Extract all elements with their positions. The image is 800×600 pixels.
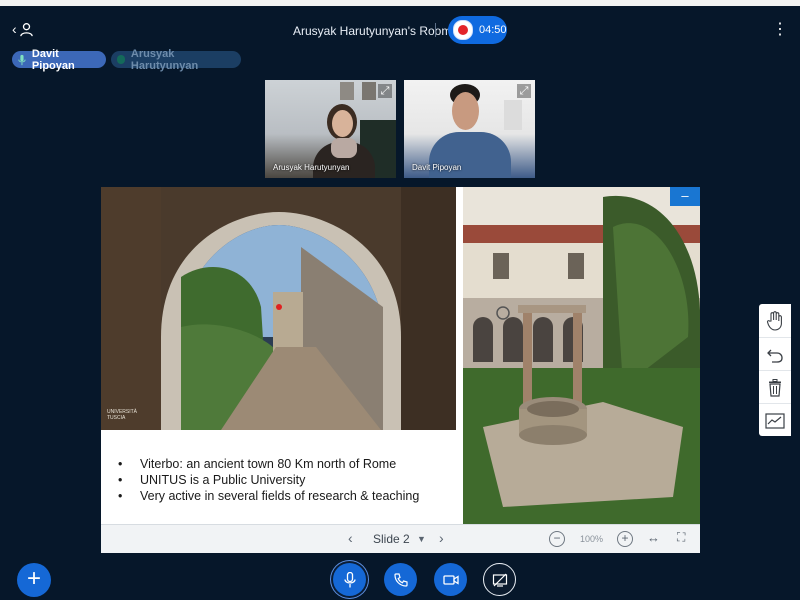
chevron-down-icon[interactable]: ▼	[417, 534, 426, 544]
minimize-presentation-button[interactable]: –	[670, 187, 700, 206]
talker-name: Davit Pipoyan	[31, 47, 75, 72]
clear-annotations-button[interactable]	[759, 370, 791, 404]
presentation-toolbar: ‹ Slide 2 ▼ › − 100% + ↔ ⛶	[101, 524, 700, 553]
logo-text: UNIVERSITÀ TUSCIA	[107, 409, 138, 421]
bullet-marker: •	[118, 473, 123, 487]
chart-icon	[765, 412, 785, 429]
multi-user-whiteboard-button[interactable]	[759, 403, 791, 437]
wall-frame	[340, 82, 354, 100]
cloister-illustration	[463, 187, 700, 524]
screen-share-off-icon	[492, 573, 507, 587]
fullscreen-icon[interactable]: ⛶	[677, 530, 685, 545]
chevron-left-icon: ‹	[12, 21, 17, 37]
person-face	[332, 110, 353, 137]
toggle-user-list-button[interactable]: ‹	[12, 21, 34, 37]
university-logo: UNIVERSITÀ TUSCIA	[107, 409, 147, 421]
recording-indicator[interactable]: 04:50	[448, 16, 507, 44]
fit-width-icon[interactable]: ↔	[647, 530, 660, 545]
browser-top-strip	[0, 0, 800, 6]
bullet-text: Viterbo: an ancient town 80 Km north of …	[140, 457, 397, 471]
options-menu-icon[interactable]: ⋮	[772, 22, 788, 38]
undo-button[interactable]	[759, 337, 791, 371]
talking-indicator-arusyak: Arusyak Harutyunyan	[111, 48, 241, 72]
list-item: • UNITUS is a Public University	[118, 472, 419, 488]
zoom-out-icon[interactable]: −	[549, 531, 565, 547]
title-separator	[435, 23, 436, 37]
room-title: Arusyak Harutyunyan's Room	[293, 24, 452, 38]
actions-add-button[interactable]: +	[17, 563, 51, 597]
hand-tool-button[interactable]	[759, 304, 791, 337]
talker-name: Arusyak Harutyunyan	[130, 47, 199, 72]
wall-frame	[362, 82, 376, 100]
zoom-level: 100%	[580, 534, 604, 544]
undo-icon	[767, 349, 783, 363]
webcam-tile-arusyak[interactable]: ⤢ Arusyak Harutyunyan	[265, 80, 396, 178]
bullet-text: UNITUS is a Public University	[140, 473, 306, 487]
expand-icon[interactable]: ⤢	[378, 84, 392, 98]
microphone-icon	[18, 54, 26, 65]
webcam-name: Arusyak Harutyunyan	[273, 163, 350, 172]
slide-selector[interactable]: Slide 2	[373, 532, 410, 546]
person-scarf	[331, 138, 357, 158]
whiteboard-toolbar	[759, 304, 791, 436]
webcam-name: Davit Pipoyan	[412, 163, 462, 172]
arch-illustration	[101, 187, 456, 430]
microphone-icon	[343, 571, 356, 587]
chevron-right-icon[interactable]: ›	[439, 530, 444, 546]
webcam-tile-davit[interactable]: ⤢ Davit Pipoyan	[404, 80, 535, 178]
bullet-marker: •	[118, 457, 123, 471]
person-face	[452, 92, 479, 130]
recording-time: 04:50	[479, 24, 507, 36]
talker-status-dot	[117, 55, 125, 64]
expand-icon[interactable]: ⤢	[517, 84, 531, 98]
arch-photo: UNIVERSITÀ TUSCIA	[101, 187, 456, 430]
share-screen-button[interactable]	[483, 563, 516, 596]
presentation-slide[interactable]: UNIVERSITÀ TUSCIA • Viterbo: an ancient …	[101, 187, 700, 524]
hand-icon	[766, 310, 782, 331]
record-icon	[453, 20, 473, 40]
wall-shelf	[504, 100, 522, 130]
list-item: • Viterbo: an ancient town 80 Km north of…	[118, 456, 419, 472]
trash-icon	[769, 378, 781, 397]
phone-icon	[393, 572, 408, 587]
zoom-in-icon[interactable]: +	[617, 531, 633, 547]
video-camera-icon	[442, 574, 459, 585]
mute-microphone-button[interactable]	[333, 563, 366, 596]
talking-indicator-davit: Davit Pipoyan	[12, 48, 106, 72]
bullet-text: Very active in several fields of researc…	[140, 489, 420, 503]
user-icon	[19, 22, 33, 36]
chevron-left-icon[interactable]: ‹	[348, 530, 353, 546]
bullet-marker: •	[118, 489, 123, 503]
leave-audio-button[interactable]	[384, 563, 417, 596]
share-webcam-button[interactable]	[434, 563, 467, 596]
cloister-photo	[463, 187, 700, 524]
list-item: • Very active in several fields of resear…	[118, 488, 419, 504]
slide-bullet-list: • Viterbo: an ancient town 80 Km north of…	[118, 456, 419, 504]
